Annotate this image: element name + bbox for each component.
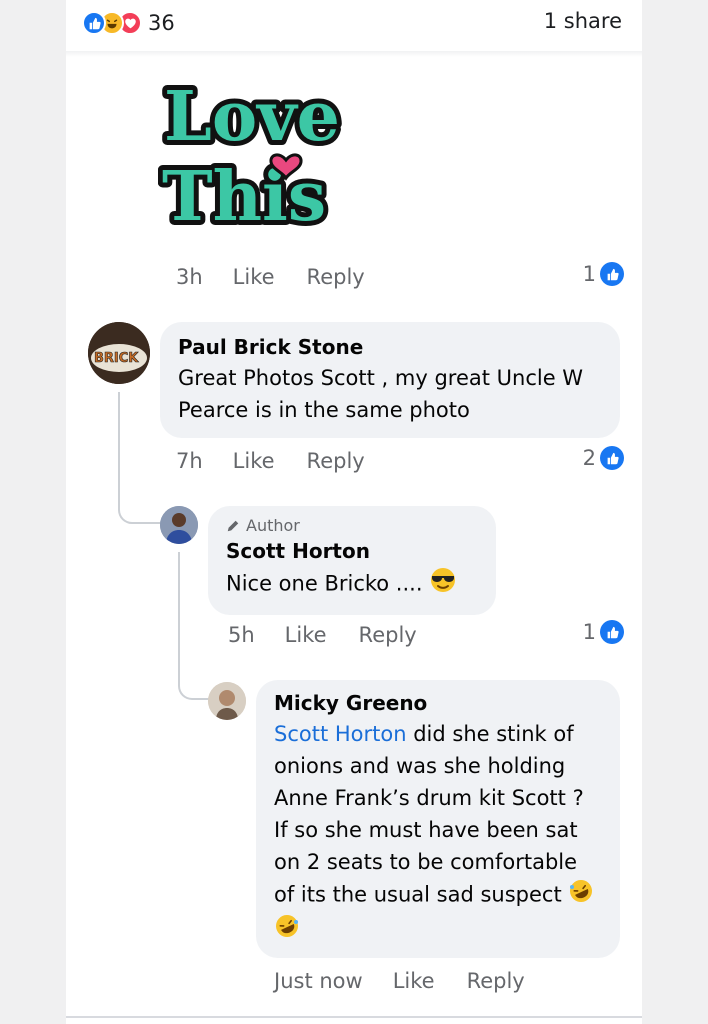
author-badge: Author bbox=[226, 516, 478, 536]
comment-bubble[interactable]: Author Scott Horton Nice one Bricko .... bbox=[208, 506, 496, 615]
avatar[interactable]: BRICK bbox=[88, 322, 150, 384]
like-icon bbox=[600, 262, 624, 286]
reply-button[interactable]: Reply bbox=[307, 449, 365, 473]
like-icon bbox=[600, 446, 624, 470]
thread-line bbox=[118, 392, 160, 524]
sticker-comment-actions: 3h Like Reply bbox=[176, 262, 397, 292]
like-button[interactable]: Like bbox=[285, 623, 327, 647]
like-button[interactable]: Like bbox=[233, 265, 275, 289]
reply-button[interactable]: Reply bbox=[307, 265, 365, 289]
reply-button[interactable]: Reply bbox=[359, 623, 417, 647]
comment-actions: Just now Like Reply bbox=[274, 966, 557, 996]
rofl-emoji-icon bbox=[568, 878, 594, 913]
divider bbox=[66, 1016, 642, 1018]
comment-like-count[interactable]: 1 bbox=[583, 262, 624, 286]
reaction-summary[interactable]: 36 bbox=[82, 10, 175, 36]
commenter-name[interactable]: Micky Greeno bbox=[274, 688, 602, 718]
comment-time: 7h bbox=[176, 449, 203, 473]
mention-link[interactable]: Scott Horton bbox=[274, 722, 407, 746]
comment-text: Nice one Bricko .... bbox=[226, 566, 478, 603]
comment-like-count[interactable]: 1 bbox=[583, 620, 624, 644]
comment-like-count[interactable]: 2 bbox=[583, 446, 624, 470]
comment-actions: 5h Like Reply bbox=[228, 620, 449, 650]
comment-actions: 7h Like Reply bbox=[176, 446, 397, 476]
avatar[interactable] bbox=[160, 506, 198, 544]
divider bbox=[66, 51, 642, 57]
sticker-text-love-fill: Love bbox=[164, 77, 340, 157]
rofl-emoji-icon bbox=[274, 913, 300, 948]
pencil-icon bbox=[227, 520, 239, 532]
commenter-name[interactable]: Scott Horton bbox=[226, 536, 478, 566]
like-button[interactable]: Like bbox=[393, 969, 435, 993]
comment-time: Just now bbox=[274, 969, 363, 993]
comment-bubble[interactable]: Micky Greeno Scott Horton did she stink … bbox=[256, 680, 620, 958]
comment-text: Great Photos Scott , my great Uncle W Pe… bbox=[178, 366, 584, 422]
like-icon bbox=[600, 620, 624, 644]
reaction-count[interactable]: 36 bbox=[148, 11, 175, 35]
commenter-name[interactable]: Paul Brick Stone bbox=[178, 332, 602, 362]
love-this-sticker[interactable]: Love Love This This bbox=[157, 68, 358, 242]
like-reaction-icon bbox=[82, 11, 106, 35]
comments-panel: 36 1 share Love Love This This 3h Like R… bbox=[66, 0, 642, 1024]
like-button[interactable]: Like bbox=[233, 449, 275, 473]
thread-line bbox=[178, 552, 210, 700]
sunglasses-emoji-icon bbox=[429, 566, 457, 603]
svg-text:BRICK: BRICK bbox=[94, 351, 139, 366]
avatar[interactable] bbox=[208, 682, 246, 720]
comment-time: 3h bbox=[176, 265, 203, 289]
comment-text: Scott Horton did she stink of onions and… bbox=[274, 718, 602, 948]
share-count[interactable]: 1 share bbox=[544, 9, 622, 33]
reply-button[interactable]: Reply bbox=[467, 969, 525, 993]
sticker-text-this-fill: This bbox=[162, 157, 326, 237]
comment-time: 5h bbox=[228, 623, 255, 647]
comment-bubble[interactable]: Paul Brick Stone Great Photos Scott , my… bbox=[160, 322, 620, 438]
